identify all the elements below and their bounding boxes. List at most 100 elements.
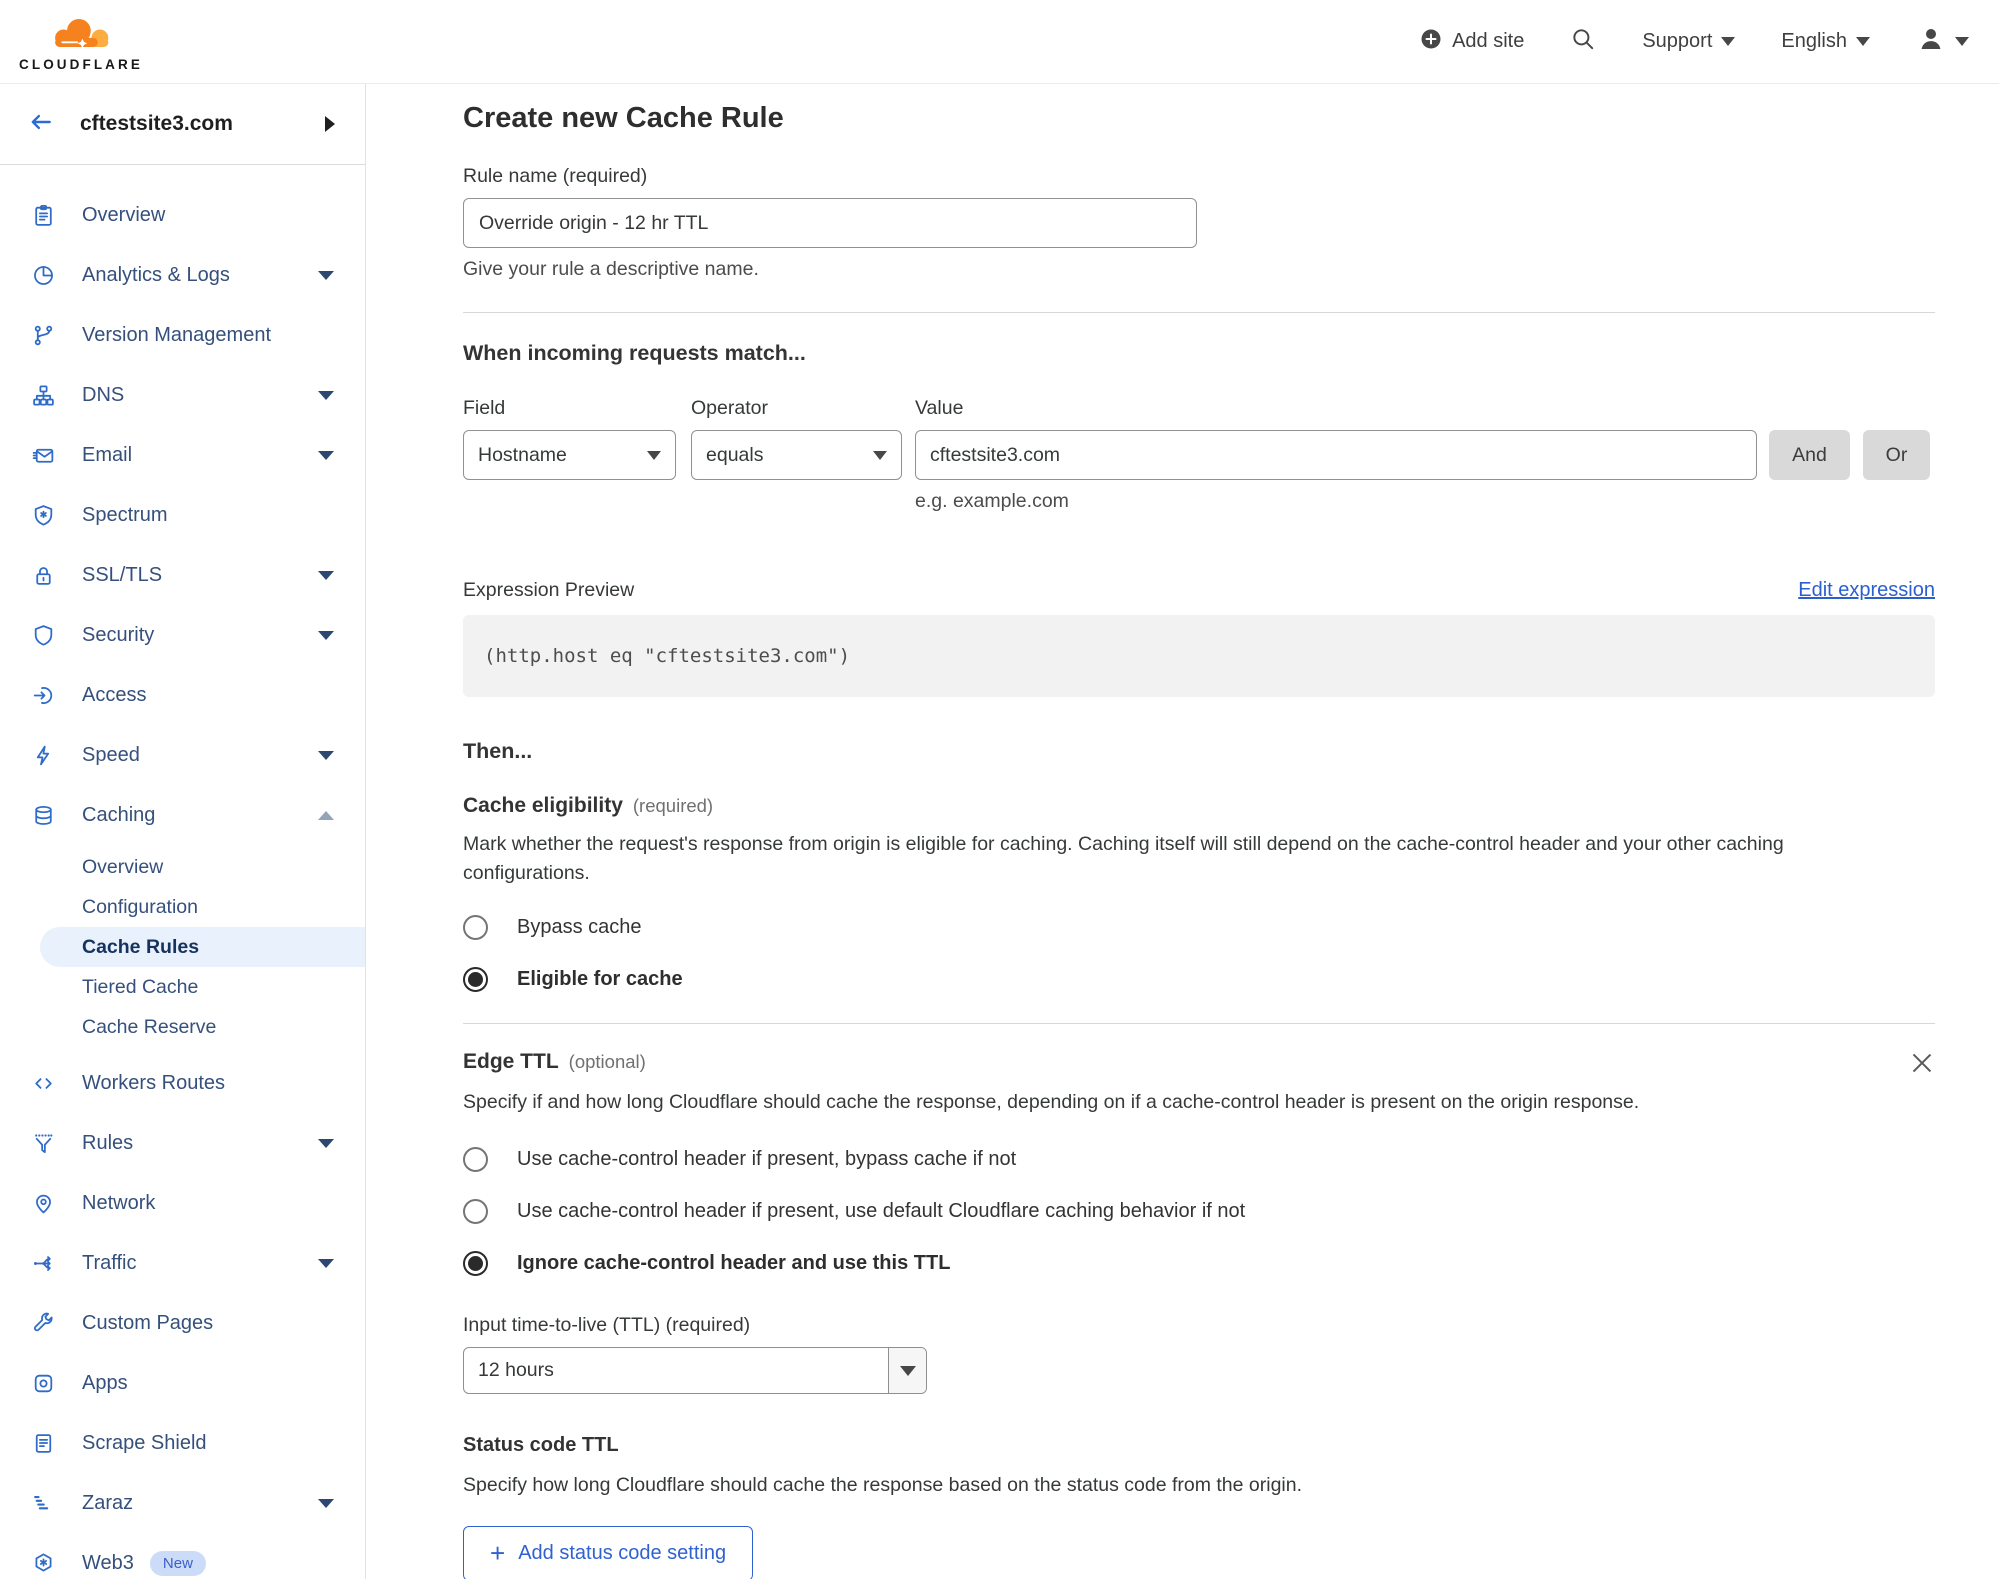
radio-eligible-for-cache[interactable]: Eligible for cache xyxy=(463,967,1935,992)
chevron-right-icon[interactable] xyxy=(325,116,335,132)
value-input[interactable] xyxy=(915,430,1757,480)
rule-name-input[interactable] xyxy=(463,198,1197,248)
value-label: Value xyxy=(915,397,964,419)
add-site-button[interactable]: Add site xyxy=(1419,27,1524,57)
field-label: Field xyxy=(463,397,506,419)
and-button[interactable]: And xyxy=(1769,430,1850,480)
radio-button[interactable] xyxy=(463,1147,488,1172)
padlock-icon xyxy=(31,563,56,588)
operator-label: Operator xyxy=(691,397,768,419)
sidebar-subitem-configuration[interactable]: Configuration xyxy=(0,887,365,927)
sidebar-subitem-caching-overview[interactable]: Overview xyxy=(0,847,365,887)
cache-eligibility-heading: Cache eligibility xyxy=(463,794,623,817)
shield-asterisk-icon xyxy=(31,503,56,528)
expression-preview-label: Expression Preview xyxy=(463,579,635,601)
code-brackets-icon xyxy=(31,1071,56,1096)
cache-eligibility-description: Mark whether the request's response from… xyxy=(463,833,1784,884)
radio-button-selected[interactable] xyxy=(463,1251,488,1276)
sidebar-nav: Overview Analytics & Logs Version Manage… xyxy=(0,165,365,1579)
hexagon-node-icon xyxy=(31,1551,56,1576)
cache-eligibility-heading-row: Cache eligibility (required) xyxy=(463,794,1935,818)
sidebar-item-web3[interactable]: Web3 New xyxy=(0,1533,365,1579)
chevron-down-icon xyxy=(318,390,334,400)
sidebar-item-email[interactable]: Email xyxy=(0,425,365,485)
sidebar-item-workers-routes[interactable]: Workers Routes xyxy=(0,1053,365,1113)
sidebar-item-caching[interactable]: Caching xyxy=(0,785,365,845)
sidebar-item-speed[interactable]: Speed xyxy=(0,725,365,785)
search-icon xyxy=(1570,26,1596,58)
cloudflare-logo[interactable]: CLOUDFLARE xyxy=(16,12,146,72)
sidebar-item-apps[interactable]: Apps xyxy=(0,1353,365,1413)
sidebar-item-version-management[interactable]: Version Management xyxy=(0,305,365,365)
chevron-down-icon xyxy=(318,750,334,760)
rule-name-help: Give your rule a descriptive name. xyxy=(463,258,759,280)
sidebar-item-zaraz[interactable]: Zaraz xyxy=(0,1473,365,1533)
traffic-split-icon xyxy=(31,1251,56,1276)
caching-submenu: Overview Configuration Cache Rules Tiere… xyxy=(0,847,365,1047)
radio-ignore-cache-control[interactable]: Ignore cache-control header and use this… xyxy=(463,1251,1935,1276)
or-button[interactable]: Or xyxy=(1863,430,1930,480)
status-code-ttl-description: Specify how long Cloudflare should cache… xyxy=(463,1474,1303,1496)
main-content: Create new Cache Rule Rule name (require… xyxy=(366,84,1999,1579)
edge-ttl-description: Specify if and how long Cloudflare shoul… xyxy=(463,1091,1640,1113)
sidebar-item-dns[interactable]: DNS xyxy=(0,365,365,425)
divider xyxy=(463,1023,1935,1024)
sidebar-item-overview[interactable]: Overview xyxy=(0,185,365,245)
search-button[interactable] xyxy=(1570,26,1596,58)
sidebar: cftestsite3.com Overview Analytics & Log… xyxy=(0,84,366,1579)
sidebar-item-analytics-logs[interactable]: Analytics & Logs xyxy=(0,245,365,305)
sidebar-subitem-cache-rules[interactable]: Cache Rules xyxy=(40,927,365,967)
pie-chart-icon xyxy=(31,263,56,288)
git-branch-icon xyxy=(31,323,56,348)
chevron-down-icon xyxy=(318,1498,334,1508)
sidebar-item-network[interactable]: Network xyxy=(0,1173,365,1233)
sidebar-item-access[interactable]: Access xyxy=(0,665,365,725)
cloudflare-cloud-icon xyxy=(42,12,120,59)
add-site-label: Add site xyxy=(1452,30,1525,52)
sidebar-item-traffic[interactable]: Traffic xyxy=(0,1233,365,1293)
close-icon[interactable] xyxy=(1909,1050,1935,1076)
sidebar-item-ssl-tls[interactable]: SSL/TLS xyxy=(0,545,365,605)
sidebar-subitem-tiered-cache[interactable]: Tiered Cache xyxy=(0,967,365,1007)
status-code-ttl-heading: Status code TTL xyxy=(463,1434,619,1456)
sidebar-item-rules[interactable]: Rules xyxy=(0,1113,365,1173)
divider xyxy=(463,312,1935,313)
radio-button[interactable] xyxy=(463,915,488,940)
add-status-code-setting-button[interactable]: + Add status code setting xyxy=(463,1526,754,1579)
radio-bypass-cache[interactable]: Bypass cache xyxy=(463,915,1935,940)
chevron-down-icon xyxy=(1955,37,1969,46)
optional-tag: (optional) xyxy=(568,1051,646,1072)
radio-button[interactable] xyxy=(463,1199,488,1224)
login-arrow-icon xyxy=(31,683,56,708)
document-lines-icon xyxy=(31,1431,56,1456)
sidebar-item-spectrum[interactable]: Spectrum xyxy=(0,485,365,545)
sidebar-item-scrape-shield[interactable]: Scrape Shield xyxy=(0,1413,365,1473)
edge-ttl-heading-row: Edge TTL (optional) xyxy=(463,1050,1935,1076)
chevron-down-icon xyxy=(647,450,661,460)
ttl-select[interactable]: 12 hours xyxy=(463,1347,927,1394)
radio-cache-control-default[interactable]: Use cache-control header if present, use… xyxy=(463,1199,1935,1224)
field-select[interactable]: Hostname xyxy=(463,430,676,480)
edge-ttl-heading: Edge TTL xyxy=(463,1050,559,1073)
radio-cache-control-bypass[interactable]: Use cache-control header if present, byp… xyxy=(463,1147,1935,1172)
edit-expression-link[interactable]: Edit expression xyxy=(1798,579,1935,602)
plus-circle-icon xyxy=(1419,27,1443,57)
database-icon xyxy=(31,803,56,828)
support-menu[interactable]: Support xyxy=(1642,30,1736,53)
expression-preview-row: Expression Preview Edit expression xyxy=(463,579,1935,602)
required-tag: (required) xyxy=(632,795,714,816)
site-selector[interactable]: cftestsite3.com xyxy=(0,84,365,165)
language-menu[interactable]: English xyxy=(1781,30,1870,53)
select-arrow-button[interactable] xyxy=(888,1348,926,1393)
sidebar-item-custom-pages[interactable]: Custom Pages xyxy=(0,1293,365,1353)
match-builder-row: Field Hostname Operator equals Value e.g… xyxy=(463,397,1935,513)
sidebar-item-security[interactable]: Security xyxy=(0,605,365,665)
envelope-icon xyxy=(31,443,56,468)
radio-button-selected[interactable] xyxy=(463,967,488,992)
rule-name-label: Rule name (required) xyxy=(463,165,648,187)
operator-select[interactable]: equals xyxy=(691,430,902,480)
sidebar-subitem-cache-reserve[interactable]: Cache Reserve xyxy=(0,1007,365,1047)
account-menu[interactable] xyxy=(1916,24,1969,60)
chevron-up-icon xyxy=(318,810,334,820)
back-arrow-icon[interactable] xyxy=(26,109,56,140)
